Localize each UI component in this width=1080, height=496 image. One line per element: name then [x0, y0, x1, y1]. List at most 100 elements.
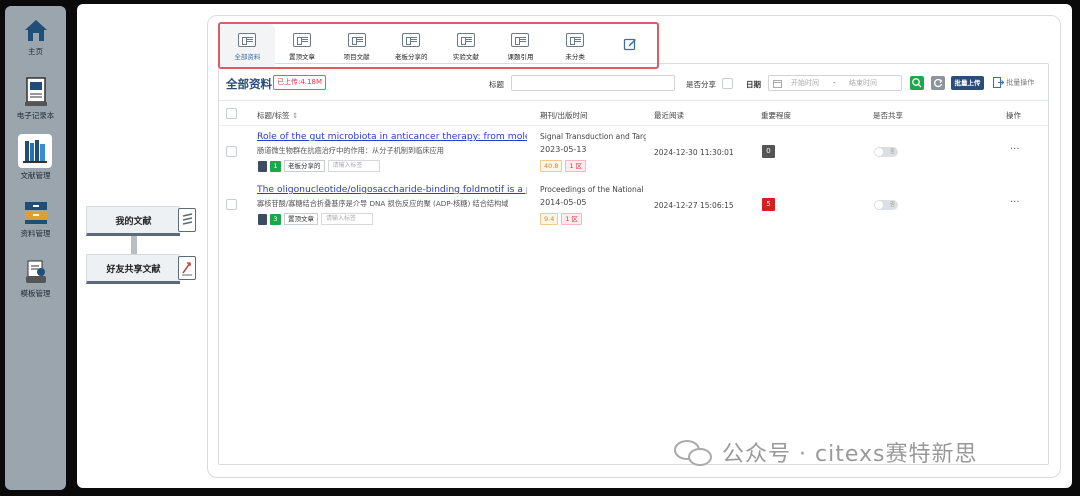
tab-pinned[interactable]: 置顶文章 [275, 24, 330, 67]
tag-count: 1 [270, 160, 281, 172]
rail-item-library[interactable]: 文献管理 [5, 134, 66, 181]
rail-item-archive[interactable]: 资料管理 [5, 198, 66, 239]
book-icon [258, 213, 267, 225]
book-icon [456, 33, 475, 47]
importance-badge[interactable]: 5 [762, 198, 775, 211]
table-container [218, 63, 1049, 465]
journal-metrics: 40.8 1 区 [540, 160, 587, 172]
home-icon [22, 16, 50, 44]
col-header-actions: 操作 [1006, 111, 1021, 120]
watermark-text: 公众号 · citexs赛特新思 [722, 442, 978, 467]
toggle-label: 否 [889, 202, 895, 208]
reset-button[interactable] [931, 76, 945, 90]
last-read-time: 2024-12-30 11:30:01 [654, 148, 734, 157]
edit-icon [623, 38, 636, 51]
book-icon [347, 33, 366, 47]
edit-tabs-button[interactable] [602, 24, 657, 67]
impact-factor-badge: 9.4 [540, 213, 559, 225]
share-icon [178, 256, 196, 280]
subnav-shared-docs[interactable]: 好友共享文献 [86, 254, 200, 284]
col-header-label: 标题/标签 [257, 111, 290, 120]
start-date-field[interactable]: 开始时间 [791, 76, 819, 90]
col-header-shared: 是否共享 [873, 111, 903, 120]
subnav-my-docs[interactable]: 我的文献 [86, 206, 200, 236]
row-checkbox[interactable] [226, 199, 237, 210]
col-header-last-read: 最近阅读 [654, 111, 684, 120]
tab-all[interactable]: 全部资料 [220, 24, 275, 67]
book-icon [511, 33, 530, 47]
end-date-field[interactable]: 结束时间 [849, 76, 877, 90]
date-filter-label: 日期 [746, 80, 761, 89]
book-icon [238, 33, 257, 47]
row-checkbox[interactable] [226, 146, 237, 157]
divider [219, 125, 1048, 126]
rail-label: 主页 [28, 47, 43, 56]
tab-label: 实验文献 [452, 53, 479, 61]
col-header-journal: 期刊/出版时间 [540, 111, 588, 120]
zone-badge: 1 区 [561, 213, 583, 225]
toggle-label: 否 [889, 149, 895, 155]
share-toggle[interactable]: 否 [874, 200, 898, 210]
tab-boss-shared[interactable]: 老板分享的 [384, 24, 439, 67]
journal-name: Signal Transduction and Targeted Therapy [540, 132, 646, 141]
rail-label: 模板管理 [20, 289, 51, 298]
archive-icon [22, 198, 50, 226]
tag-bar: 3 置顶文章 请输入标签 [258, 213, 373, 225]
tab-experiment[interactable]: 实验文献 [439, 24, 494, 67]
bulk-upload-button[interactable]: 批量上传 [951, 76, 984, 90]
more-actions-button[interactable]: ··· [1010, 144, 1020, 155]
date-range-picker[interactable]: 开始时间 - 结束时间 [768, 75, 902, 91]
tag-chip[interactable]: 老板分享的 [284, 160, 325, 172]
book-icon [258, 160, 267, 172]
doc-title-link[interactable]: Role of the gut microbiota in anticancer… [257, 131, 527, 142]
search-button[interactable] [910, 76, 924, 90]
impact-factor-badge: 40.8 [540, 160, 563, 172]
date-separator: - [833, 79, 836, 87]
category-tabs: 全部资料 置顶文章 项目文献 老板分享的 实验文献 课题引用 未分类 [218, 22, 659, 69]
batch-ops-button[interactable]: 批量操作 [993, 77, 1034, 88]
journal-name: Proceedings of the National Academy of S… [540, 185, 646, 194]
batch-ops-label: 批量操作 [1006, 78, 1035, 87]
title-filter-label: 标题 [489, 80, 504, 89]
template-icon [22, 258, 50, 286]
tab-citations[interactable]: 课题引用 [493, 24, 548, 67]
share-toggle[interactable]: 否 [874, 147, 898, 157]
col-header-importance: 重要程度 [761, 111, 791, 120]
share-filter-checkbox[interactable] [722, 78, 733, 89]
export-icon [993, 77, 1005, 88]
title-filter-input[interactable] [511, 75, 675, 91]
col-header-title[interactable]: 标题/标签 ⇕ [257, 110, 298, 121]
tag-input[interactable]: 请输入标签 [321, 213, 373, 225]
share-filter-label: 是否分享 [686, 80, 716, 89]
tag-bar: 1 老板分享的 请输入标签 [258, 160, 380, 172]
rail-label: 文献管理 [20, 171, 51, 180]
tab-project[interactable]: 项目文献 [329, 24, 384, 67]
storage-badge: 已上传:4.18M [273, 75, 326, 90]
rail-item-home[interactable]: 主页 [5, 16, 66, 57]
subnav-label: 好友共享文献 [86, 254, 180, 284]
rail-item-notebook[interactable]: 电子记录本 [5, 76, 66, 121]
book-icon [566, 33, 585, 47]
last-read-time: 2024-12-27 15:06:15 [654, 201, 734, 210]
app-rail: 主页 电子记录本 文献管理 资料管理 模板管理 [5, 6, 66, 490]
tab-label: 项目文献 [343, 53, 370, 61]
tab-label: 全部资料 [234, 53, 261, 61]
tag-chip[interactable]: 置顶文章 [284, 213, 318, 225]
rail-label: 电子记录本 [16, 111, 55, 120]
rail-item-template[interactable]: 模板管理 [5, 258, 66, 299]
tab-label: 置顶文章 [288, 53, 315, 61]
tag-input[interactable]: 请输入标签 [327, 160, 380, 172]
doc-subtitle: 肠道微生物群在抗癌治疗中的作用：从分子机制到临床应用 [257, 146, 444, 155]
rail-label: 资料管理 [20, 229, 51, 238]
tab-label: 未分类 [565, 53, 585, 61]
importance-badge[interactable]: 0 [762, 145, 775, 158]
tab-uncategorized[interactable]: 未分类 [548, 24, 603, 67]
tag-count: 3 [270, 213, 281, 225]
wechat-icon [672, 436, 716, 468]
doc-title-link[interactable]: The oligonucleotide/oligosaccharide-bind… [257, 184, 527, 195]
refresh-icon [934, 78, 943, 88]
more-actions-button[interactable]: ··· [1010, 197, 1020, 208]
library-icon [18, 134, 52, 168]
select-all-checkbox[interactable] [226, 108, 237, 119]
doc-subtitle: 寡核苷酸/寡糖结合折叠基序是介导 DNA 损伤反应的聚 (ADP-核糖) 结合结… [257, 199, 509, 208]
